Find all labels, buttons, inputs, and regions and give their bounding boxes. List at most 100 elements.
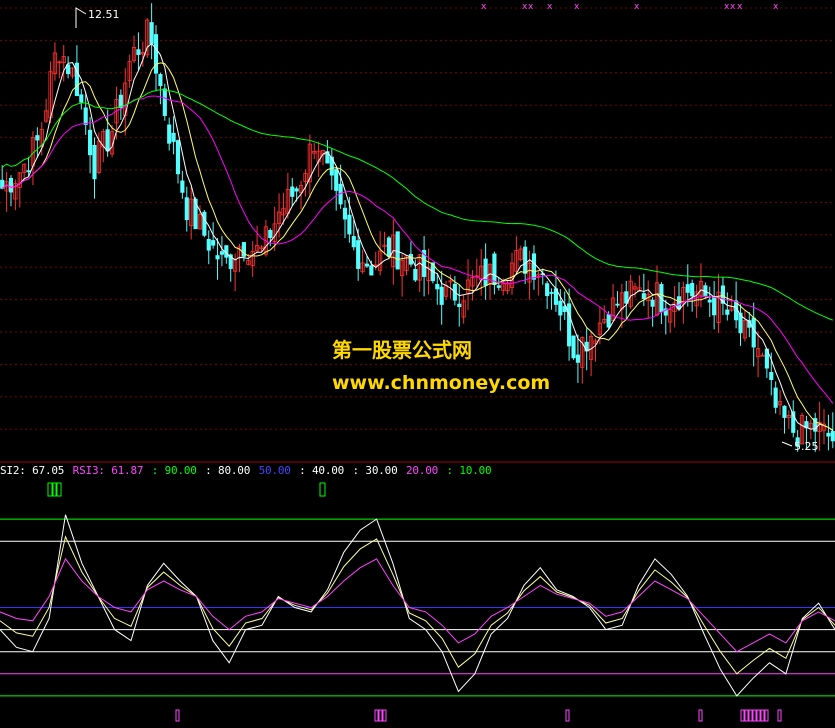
- candle-down: [105, 129, 110, 152]
- candle-down: [153, 34, 159, 74]
- legend-level-10: : 10.00: [446, 464, 492, 477]
- candle-down: [567, 303, 572, 347]
- watermark-url: www.chnmoney.com: [332, 372, 551, 394]
- candle-down: [773, 387, 778, 408]
- signal-marker: x: [574, 2, 580, 12]
- signal-box-bottom: [740, 709, 745, 722]
- candle-down: [180, 180, 185, 193]
- candle-down: [268, 229, 273, 238]
- candle-down: [545, 283, 550, 297]
- candle-down: [707, 299, 712, 303]
- candle-down: [435, 283, 440, 290]
- signal-box-bottom: [744, 709, 749, 722]
- signal-box-bottom: [382, 709, 387, 722]
- candle-down: [641, 293, 646, 300]
- signal-marker: x: [528, 2, 534, 12]
- signal-box-bottom: [777, 709, 782, 722]
- candle-down: [395, 231, 400, 270]
- watermark-title: 第一股票公式网: [332, 338, 472, 362]
- price-high-label: 12.51: [88, 8, 120, 21]
- candle-down: [690, 283, 695, 297]
- price-low-label: 5.25: [794, 440, 819, 453]
- candle-down: [347, 214, 352, 235]
- legend-level-50: 50.00: [258, 464, 291, 477]
- candle-up: [760, 354, 765, 357]
- signal-box-bottom: [760, 709, 765, 722]
- candle-down: [676, 296, 682, 310]
- indicator-legend: SI2: 67.05 RSI3: 61.87 : 90.00 : 80.00 5…: [0, 464, 493, 477]
- candle-down: [606, 314, 611, 328]
- signal-marker: x: [634, 2, 640, 12]
- signal-box-bottom: [764, 709, 769, 722]
- signal-marker: x: [547, 2, 553, 12]
- candle-down: [92, 144, 97, 180]
- candle-down: [334, 169, 339, 191]
- candle-down: [149, 22, 154, 44]
- legend-si2: SI2: 67.05: [0, 464, 65, 477]
- candle-down: [457, 303, 462, 308]
- rsi-rsi3-line: [0, 557, 835, 653]
- signal-marker: x: [730, 2, 736, 12]
- signal-marker: x: [481, 2, 487, 12]
- legend-rsi3: RSI3: 61.87: [72, 464, 144, 477]
- rsi-si2-line: [0, 535, 835, 675]
- candle-down: [712, 296, 717, 316]
- candle-down: [492, 253, 497, 285]
- signal-box-bottom: [378, 709, 383, 722]
- chart-window: { "chart_data": [ { "type": "candlestick…: [0, 0, 835, 728]
- candle-down: [162, 88, 167, 116]
- candle-down: [369, 265, 374, 276]
- candle-down: [79, 94, 84, 103]
- candle-down: [496, 285, 501, 288]
- candle-down: [184, 197, 189, 221]
- signal-box-bottom: [175, 709, 180, 722]
- candle-down: [386, 237, 392, 257]
- candle-down: [782, 405, 787, 418]
- candle-down: [171, 132, 176, 142]
- candle-down: [294, 188, 299, 192]
- signal-box-bottom: [756, 709, 761, 722]
- candle-down: [615, 303, 620, 306]
- candle-down: [523, 246, 528, 274]
- candle-down: [215, 255, 220, 260]
- signal-box-bottom: [374, 709, 379, 722]
- legend-level-90: : 90.00: [151, 464, 197, 477]
- candle-down: [483, 258, 488, 286]
- candle-down: [650, 299, 655, 307]
- candle-down: [35, 135, 40, 141]
- price-high-pointer: [75, 7, 87, 28]
- candle-down: [725, 309, 730, 315]
- legend-level-20: 20.00: [405, 464, 439, 477]
- candle-down: [413, 268, 418, 281]
- candle-down: [571, 335, 576, 359]
- candle-down: [558, 300, 563, 316]
- candle-down: [158, 74, 163, 87]
- candle-down: [364, 263, 370, 267]
- candle-down: [211, 240, 216, 246]
- candle-down: [685, 284, 690, 293]
- signal-marker: x: [737, 2, 743, 12]
- candle-down: [351, 236, 356, 248]
- candle-down: [206, 238, 211, 251]
- candle-down: [624, 291, 629, 304]
- candle-down: [26, 170, 31, 173]
- price-low-pointer: [781, 441, 793, 447]
- legend-level-80: : 80.00: [205, 464, 251, 477]
- candle-down: [751, 317, 756, 348]
- candle-down: [342, 207, 348, 220]
- candle-down: [167, 124, 172, 144]
- candle-down: [769, 372, 774, 380]
- candle-down: [830, 431, 835, 442]
- candle-down: [439, 286, 444, 305]
- candle-down: [219, 251, 225, 255]
- candle-down: [290, 186, 295, 197]
- candle-down: [531, 253, 537, 280]
- candle-down: [549, 292, 554, 294]
- legend-level-30: : 30.00: [352, 464, 398, 477]
- candle-down: [356, 240, 361, 269]
- candle-down: [8, 177, 14, 193]
- candle-down: [83, 107, 88, 126]
- chart-canvas: 12.515.25x x x x x x x x x x: [0, 2, 835, 722]
- moving-average-line: [1, 89, 833, 321]
- rsi-fast-line: [0, 514, 835, 697]
